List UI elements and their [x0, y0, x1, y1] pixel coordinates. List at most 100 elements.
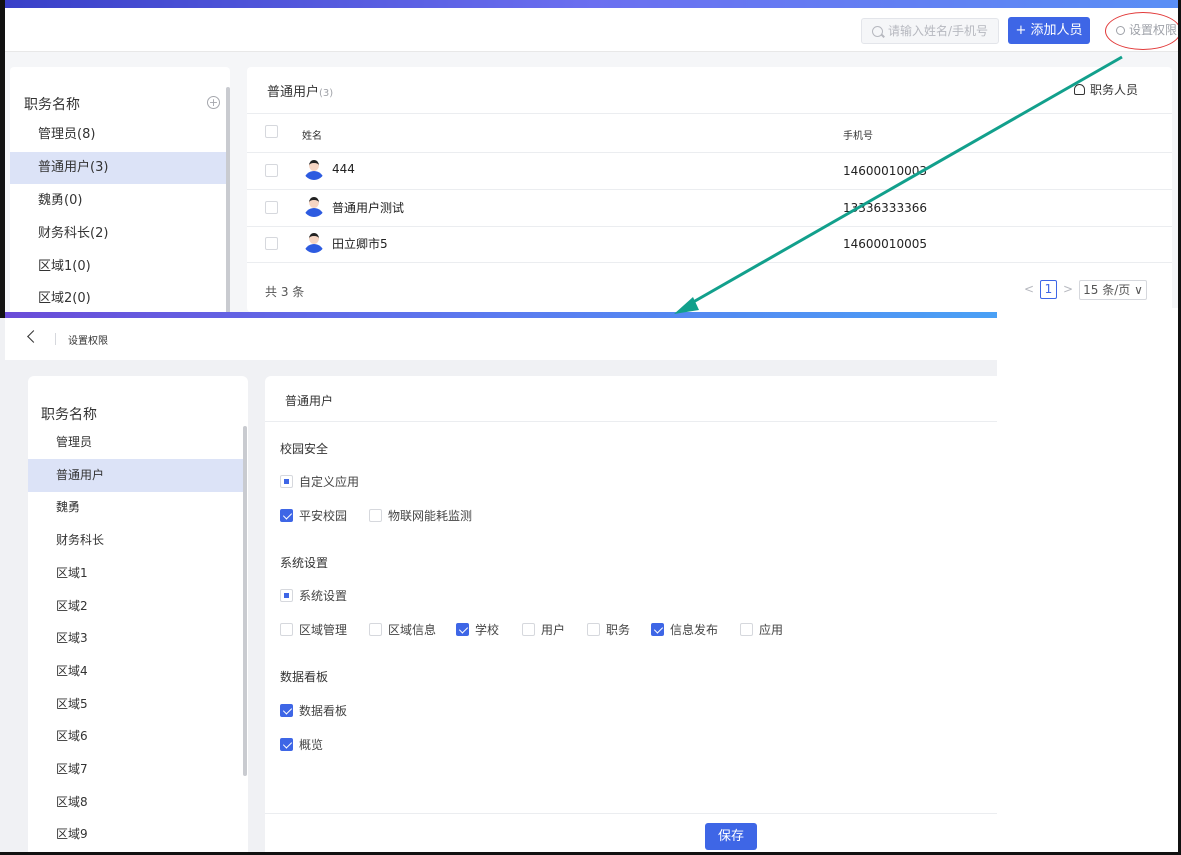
select-all-checkbox[interactable] [265, 125, 278, 138]
checkbox-label: 区域信息 [388, 623, 437, 637]
permission-checkbox[interactable]: 区域信息 [369, 621, 436, 638]
permission-checkbox[interactable]: 信息发布 [651, 621, 718, 638]
person-icon [1073, 84, 1085, 95]
save-button[interactable]: 保存 [705, 823, 757, 850]
role-item-label: 管理员(8) [38, 127, 96, 142]
role-item[interactable]: 财务科长 [28, 524, 243, 557]
checkbox-icon [522, 623, 535, 636]
permission-checkbox[interactable]: 平安校园 [280, 507, 347, 524]
role-item[interactable]: 区域3 [28, 622, 243, 655]
add-person-button[interactable]: + 添加人员 [1008, 17, 1090, 44]
checkbox-label: 信息发布 [670, 623, 719, 637]
user-name: 普通用户测试 [332, 201, 405, 215]
row-checkbox[interactable] [265, 164, 278, 177]
checkbox-checked-icon [280, 509, 293, 522]
role-item[interactable]: 魏勇 [28, 491, 243, 524]
role-item-label: 区域7 [56, 762, 88, 776]
column-header-name: 姓名 [302, 131, 322, 142]
permission-checkbox-parent[interactable]: 数据看板 [280, 702, 347, 719]
permission-checkbox[interactable]: 应用 [740, 621, 783, 638]
add-person-label: 添加人员 [1030, 23, 1083, 38]
checkbox-icon [369, 509, 382, 522]
role-item[interactable]: 区域4 [28, 655, 243, 688]
panel-title: 普通用户 [285, 394, 334, 408]
permission-checkbox[interactable]: 职务 [587, 621, 630, 638]
role-item[interactable]: 区域6 [28, 720, 243, 753]
role-item-label: 区域4 [56, 663, 88, 678]
role-item[interactable]: 区域2(0) [10, 283, 226, 315]
role-item-label: 魏勇 [56, 500, 81, 515]
role-list-panel: 职务名称 + 管理员(8) 普通用户(3) 魏勇(0) 财务科长(2) 区域1(… [10, 67, 230, 318]
back-icon[interactable] [27, 330, 40, 343]
role-item-label: 区域9 [56, 827, 88, 842]
permission-checkbox[interactable]: 学校 [456, 621, 499, 638]
permission-checkbox[interactable]: 用户 [522, 621, 565, 638]
role-item[interactable]: 普通用户 [28, 458, 243, 492]
page-number-current[interactable]: 1 [1040, 280, 1057, 299]
role-item[interactable]: 区域1 [28, 557, 243, 590]
permission-checkbox-parent[interactable]: 自定义应用 [280, 473, 359, 490]
page-header: 请输入姓名/手机号 + 添加人员 设置权限 [5, 8, 1181, 52]
next-page-icon[interactable]: > [1063, 282, 1073, 296]
role-item-label: 区域6 [56, 729, 88, 744]
checkbox-icon [280, 623, 293, 636]
page-size-select[interactable]: 15 条/页 ∨ [1079, 280, 1147, 300]
staff-button[interactable]: 职务人员 [1073, 81, 1138, 98]
role-item[interactable]: 魏勇(0) [10, 185, 226, 217]
role-item[interactable]: 区域8 [28, 786, 243, 819]
role-item[interactable]: 区域5 [28, 688, 243, 721]
role-item-label: 普通用户 [56, 467, 105, 482]
role-item[interactable]: 区域7 [28, 753, 243, 786]
checkbox-label: 自定义应用 [299, 475, 360, 489]
checkbox-checked-icon [456, 623, 469, 636]
scrollbar[interactable] [226, 87, 230, 318]
breadcrumb: 设置权限 [68, 336, 108, 347]
avatar [303, 231, 325, 253]
checkbox-icon [369, 623, 382, 636]
permission-checkbox[interactable]: 区域管理 [280, 621, 347, 638]
checkbox-label: 平安校园 [299, 509, 348, 523]
role-item-active[interactable]: 普通用户(3) [10, 152, 226, 184]
divider [247, 113, 1172, 114]
row-checkbox[interactable] [265, 201, 278, 214]
set-permission-button[interactable]: 设置权限 [1105, 12, 1181, 50]
checkbox-label: 用户 [541, 623, 566, 637]
role-item[interactable]: 管理员 [28, 426, 243, 459]
role-item-label: 区域8 [56, 794, 88, 809]
search-icon [872, 26, 883, 37]
permission-checkbox[interactable]: 概览 [280, 736, 323, 753]
role-list-title: 职务名称 [24, 97, 80, 113]
permission-checkbox-parent[interactable]: 系统设置 [280, 587, 347, 604]
user-table-panel: 普通用户(3) 职务人员 姓名 手机号 444 14600010003 普通用户… [247, 67, 1172, 312]
role-item[interactable]: 区域2 [28, 590, 243, 623]
search-input[interactable]: 请输入姓名/手机号 [861, 18, 999, 44]
role-item[interactable]: 区域9 [28, 818, 243, 851]
user-name: 田立卿市5 [332, 237, 388, 251]
section-title: 校园安全 [280, 442, 329, 456]
section-title: 数据看板 [280, 670, 329, 684]
page-size-value: 15 条/页 [1083, 283, 1131, 297]
prev-page-icon[interactable]: < [1024, 282, 1034, 296]
checkbox-partial-icon [280, 589, 293, 602]
role-item[interactable]: 区域1(0) [10, 251, 226, 283]
panel-title: 普通用户(3) [267, 81, 333, 100]
role-item[interactable]: 管理员(8) [10, 119, 226, 151]
role-item-label: 区域1 [56, 565, 88, 580]
permission-checkbox[interactable]: 物联网能耗监测 [369, 507, 472, 524]
permission-settings-screenshot: 设置权限 职务名称 管理员 普通用户 魏勇 财务科长 区域1 区域2 区域3 区域4 区域5 区域… [5, 312, 997, 855]
role-item[interactable]: 财务科长(2) [10, 218, 226, 250]
divider [247, 226, 1172, 227]
row-checkbox[interactable] [265, 237, 278, 250]
scrollbar[interactable] [243, 426, 247, 776]
search-placeholder: 请输入姓名/手机号 [888, 24, 989, 38]
checkbox-checked-icon [280, 704, 293, 717]
divider [247, 262, 1172, 263]
checkbox-label: 区域管理 [299, 623, 348, 637]
checkbox-label: 系统设置 [299, 589, 348, 603]
role-item-label: 魏勇(0) [38, 193, 83, 208]
chevron-down-icon: ∨ [1134, 283, 1143, 297]
add-role-icon[interactable]: + [207, 96, 220, 109]
panel-title-count: (3) [319, 88, 334, 99]
role-item-label: 区域1(0) [38, 259, 91, 274]
blank-area [997, 308, 1181, 855]
